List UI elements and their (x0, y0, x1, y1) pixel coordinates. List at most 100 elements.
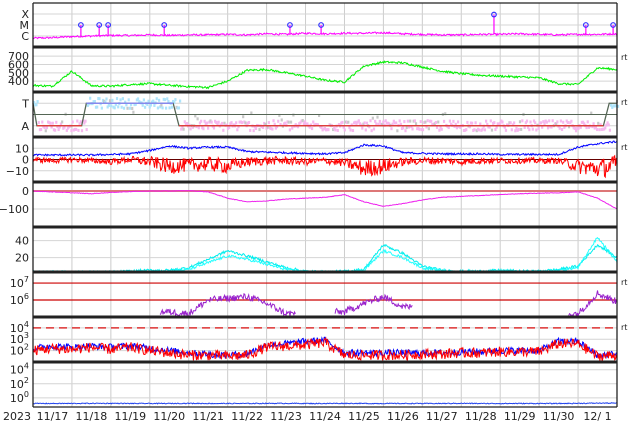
sector-dot (434, 120, 437, 124)
sector-dot (409, 119, 412, 123)
series-line-e-flux (334, 293, 413, 315)
sector-dot (566, 120, 569, 124)
sector-dot (546, 126, 550, 130)
sector-dot (207, 126, 210, 130)
sector-dot (36, 100, 39, 104)
sector-dot (113, 106, 116, 110)
sector-dot (205, 121, 209, 125)
sector-dot (396, 129, 399, 133)
sector-dot (528, 128, 531, 132)
sector-dot (504, 128, 508, 132)
sector-dot (197, 126, 200, 130)
sector-dot (374, 119, 377, 123)
sector-dot (267, 121, 270, 125)
sector-dot (473, 128, 476, 132)
rt-label: rt (621, 98, 627, 107)
sector-dot (597, 121, 600, 125)
sector-dot (545, 120, 548, 124)
sector-dot (155, 97, 158, 101)
x-date-label: 11/18 (76, 410, 108, 423)
sector-dot (242, 115, 245, 119)
sector-dot (291, 126, 294, 130)
sector-dot (586, 120, 589, 124)
sector-dot (119, 98, 122, 102)
series-line-dst (33, 189, 618, 210)
sector-dot (249, 128, 252, 132)
x-date-label: 11/30 (543, 410, 575, 423)
sector-dot (539, 121, 543, 125)
panel-imf: 100−10rt (6, 140, 627, 179)
rt-label: rt (621, 278, 627, 287)
sector-dot (261, 125, 265, 129)
sector-dot (115, 97, 119, 101)
sector-dot (161, 106, 164, 110)
sector-dot (44, 129, 47, 133)
sector-dot (111, 98, 114, 102)
sector-dot (98, 97, 101, 101)
x-date-label: 12/ 1 (583, 410, 611, 423)
series-line-a (32, 244, 618, 274)
sector-dot (35, 103, 38, 107)
sector-dot (474, 121, 477, 125)
sector-dot (378, 119, 381, 123)
sector-dot (84, 119, 87, 123)
sector-dot (361, 126, 364, 130)
sector-dot (258, 128, 261, 132)
sector-dot (421, 128, 425, 132)
sector-dot (595, 128, 599, 132)
sector-dot (382, 120, 385, 124)
sector-dot (79, 120, 82, 124)
sector-dot (448, 119, 452, 123)
sector-dot (471, 121, 474, 125)
sector-dot (336, 128, 339, 132)
sector-dot (143, 105, 147, 109)
sector-dot (277, 119, 280, 123)
sector-dot (543, 122, 546, 126)
series-line-b (32, 236, 618, 274)
sector-dot (142, 98, 145, 102)
sector-dot (351, 129, 355, 133)
series-line-x-ray-flux-log10- (32, 31, 618, 40)
sector-dot (447, 126, 450, 130)
sector-dot (167, 100, 170, 104)
sector-dot (247, 120, 251, 124)
sector-dot (289, 120, 293, 124)
sector-dot (240, 121, 244, 125)
sector-dot (131, 106, 134, 110)
sector-dot (75, 127, 78, 131)
sector-dot (413, 119, 416, 123)
sector-dot (147, 99, 150, 103)
sector-dot (395, 121, 398, 125)
x-date-label: 11/19 (114, 410, 146, 423)
series-line-e-flux (568, 290, 618, 319)
sector-dot (37, 121, 40, 125)
sector-dot (483, 128, 487, 132)
y-tick-label: 40 (15, 235, 29, 248)
sector-dot (363, 121, 366, 125)
sector-dot (438, 128, 441, 132)
sector-dot (189, 127, 192, 131)
rt-label: rt (621, 323, 627, 332)
sector-dot (529, 120, 532, 124)
sector-dot (525, 119, 529, 123)
sector-dot (85, 128, 88, 132)
sector-dot (403, 120, 406, 124)
sector-dot (327, 128, 330, 132)
sector-dot (592, 122, 595, 126)
panel-sector: TArt (21, 96, 627, 133)
sector-dot (70, 129, 73, 133)
sector-dot (577, 127, 580, 131)
sector-dot (372, 127, 376, 131)
sector-dot (54, 128, 57, 132)
sector-dot (390, 127, 393, 131)
sector-dot (435, 125, 439, 129)
sector-dot (168, 106, 171, 110)
sector-dot (501, 120, 504, 124)
sector-dot (521, 119, 524, 123)
sector-dot (117, 105, 120, 109)
sector-dot (122, 106, 126, 110)
sector-dot (217, 120, 220, 124)
series-line-speed (32, 60, 618, 90)
sector-dot (490, 128, 494, 132)
sector-dot (182, 127, 185, 131)
